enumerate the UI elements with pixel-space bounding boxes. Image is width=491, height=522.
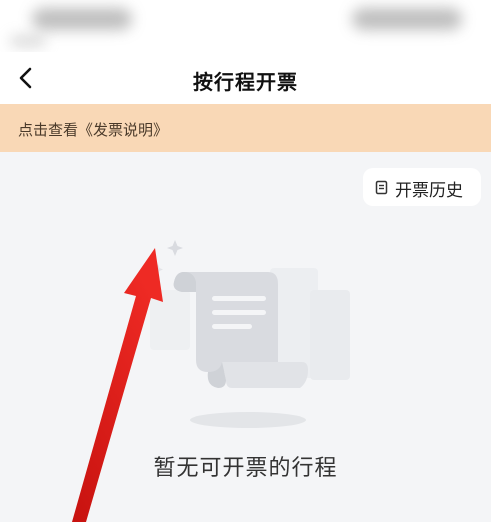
- empty-invoice-illustration: [150, 240, 350, 428]
- notice-banner[interactable]: 点击查看《发票说明》: [0, 104, 491, 152]
- status-bar-blur-right: [352, 8, 462, 30]
- status-bar-blur-left: [32, 8, 132, 30]
- status-bar: [0, 0, 491, 52]
- invoice-history-label: 开票历史: [395, 181, 463, 201]
- notice-link[interactable]: 点击查看《发票说明》: [18, 119, 168, 140]
- empty-state-message: 暂无可开票的行程: [153, 456, 338, 481]
- document-icon: [375, 180, 388, 195]
- nav-header: 按行程开票: [0, 52, 491, 104]
- page-title: 按行程开票: [193, 70, 298, 94]
- invoice-history-button[interactable]: 开票历史: [363, 168, 481, 206]
- status-bar-blur-small: [10, 36, 46, 46]
